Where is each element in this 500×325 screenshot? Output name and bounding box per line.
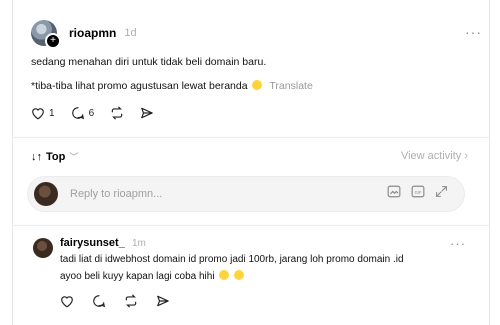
comment-bubble-icon xyxy=(71,106,85,120)
post-text-line-2-content: *tiba-tiba lihat promo agustusan lewat b… xyxy=(31,80,248,92)
view-activity-link[interactable]: View activity › xyxy=(401,150,468,162)
comment-bubble-icon[interactable] xyxy=(92,294,106,313)
comment-actions xyxy=(60,294,170,313)
like-button[interactable]: 1 xyxy=(31,107,55,120)
post-actions: 1 6 xyxy=(31,106,154,120)
avatar[interactable]: + xyxy=(31,20,61,49)
expand-icon[interactable] xyxy=(435,185,448,203)
gif-icon[interactable]: GIF xyxy=(411,185,425,203)
comment-text-line-1: tadi liat di idwebhost domain id promo j… xyxy=(60,254,404,265)
post-text-line-2: *tiba-tiba lihat promo agustusan lewat b… xyxy=(31,80,313,92)
post-header: + rioapmn 1d xyxy=(31,18,137,49)
post-username[interactable]: rioapmn xyxy=(69,26,116,40)
sort-label: Top xyxy=(46,150,66,163)
emoji-icon xyxy=(219,270,230,280)
comment-text-line-2: ayoo beli kuyy kapan lagi coba hihi xyxy=(60,270,245,282)
post-text-line-1: sedang menahan diri untuk tidak beli dom… xyxy=(31,56,267,68)
emoji-icon xyxy=(252,80,263,90)
emoji-icon xyxy=(234,270,245,280)
comment-count: 6 xyxy=(88,107,95,119)
share-icon[interactable] xyxy=(156,294,170,313)
comment-username[interactable]: fairysunset_ xyxy=(60,237,125,249)
post-time: 1d xyxy=(124,27,137,39)
chevron-right-icon: › xyxy=(464,150,468,162)
heart-icon[interactable] xyxy=(60,295,74,313)
reply-composer[interactable]: GIF xyxy=(27,176,465,212)
chevron-down-icon: ﹀ xyxy=(69,152,79,162)
view-activity-label: View activity xyxy=(400,150,462,162)
avatar[interactable] xyxy=(33,238,53,258)
reply-input[interactable] xyxy=(68,187,372,201)
comment-text-line-2-content: ayoo beli kuyy kapan lagi coba hihi xyxy=(60,271,215,282)
comment-time: 1m xyxy=(132,238,146,249)
more-options-icon[interactable]: ··· xyxy=(465,24,482,40)
divider xyxy=(12,225,490,226)
divider xyxy=(12,137,490,138)
share-icon[interactable] xyxy=(140,106,154,120)
like-count: 1 xyxy=(49,107,55,119)
avatar xyxy=(34,182,58,206)
translate-link[interactable]: Translate xyxy=(269,80,312,92)
follow-plus-icon[interactable]: + xyxy=(45,33,61,49)
heart-icon xyxy=(31,107,45,120)
image-icon[interactable] xyxy=(387,185,401,203)
sort-arrows-icon: ↓↑ xyxy=(31,150,42,163)
svg-text:GIF: GIF xyxy=(415,190,422,195)
more-options-icon[interactable]: ··· xyxy=(450,236,466,251)
repost-icon[interactable] xyxy=(124,294,138,313)
repost-icon[interactable] xyxy=(110,106,124,120)
reply-tools: GIF xyxy=(387,185,448,203)
comment-button[interactable]: 6 xyxy=(71,106,95,120)
sort-dropdown[interactable]: ↓↑ Top ﹀ xyxy=(31,150,78,163)
